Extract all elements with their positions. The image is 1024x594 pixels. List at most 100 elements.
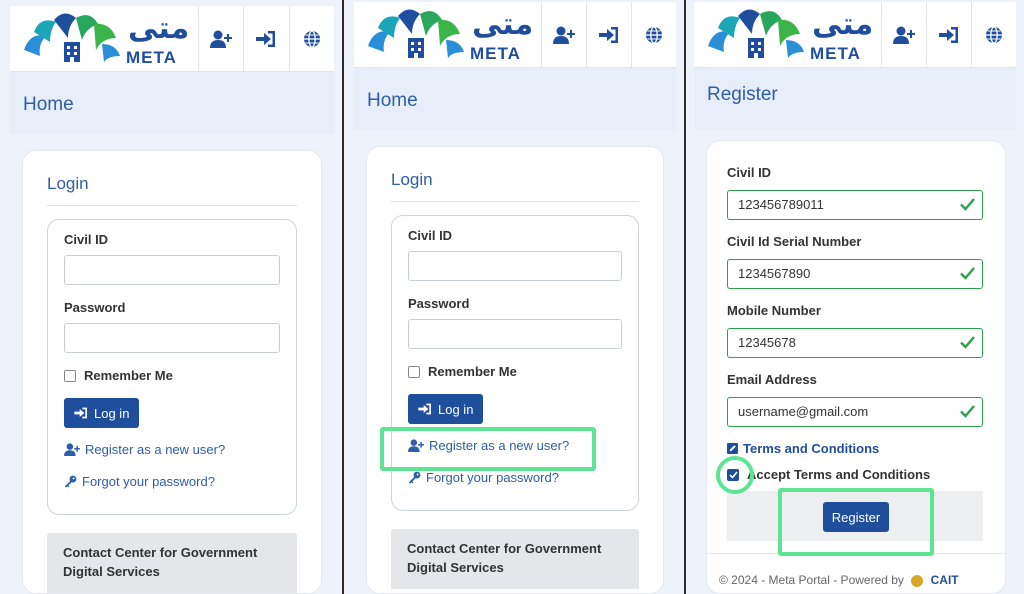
remember-me-label: Remember Me bbox=[84, 368, 173, 383]
contact-title-line2: Digital Services bbox=[407, 560, 504, 575]
add-user-icon bbox=[209, 30, 232, 48]
forgot-password-link[interactable]: Forgot your password? bbox=[408, 470, 559, 485]
edit-icon bbox=[727, 443, 738, 454]
language-button[interactable] bbox=[630, 2, 676, 68]
remember-me-row[interactable]: Remember Me bbox=[64, 368, 173, 383]
footer-text: © 2024 - Meta Portal - Powered by CAIT bbox=[719, 573, 959, 587]
mobile-number-label: Mobile Number bbox=[727, 303, 821, 318]
civil-id-label: Civil ID bbox=[727, 165, 772, 180]
sign-in-button[interactable] bbox=[925, 2, 971, 68]
register-link-label: Register as a new user? bbox=[85, 442, 226, 457]
key-icon bbox=[408, 471, 421, 484]
contact-title-line2: Digital Services bbox=[63, 564, 160, 579]
serial-number-label: Civil Id Serial Number bbox=[727, 234, 862, 249]
remember-me-row[interactable]: Remember Me bbox=[408, 364, 517, 379]
meta-logo[interactable]: متى META bbox=[694, 2, 881, 68]
screen-login-2: متى META Home Login Civil ID Password Re… bbox=[344, 0, 686, 594]
remember-me-checkbox[interactable] bbox=[408, 365, 420, 378]
language-button[interactable] bbox=[970, 2, 1016, 68]
mobile-number-input[interactable]: 12345678 bbox=[727, 328, 983, 358]
register-user-button[interactable] bbox=[197, 6, 243, 72]
civil-id-input[interactable]: 123456789011 bbox=[727, 190, 983, 220]
highlight-register-button bbox=[778, 488, 934, 556]
language-button[interactable] bbox=[288, 6, 334, 72]
globe-icon bbox=[303, 30, 320, 48]
terms-link-label: Terms and Conditions bbox=[743, 441, 880, 456]
forgot-password-label: Forgot your password? bbox=[426, 470, 559, 485]
serial-number-input[interactable]: 1234567890 bbox=[727, 259, 983, 289]
serial-number-value: 1234567890 bbox=[738, 266, 811, 281]
civil-id-value: 123456789011 bbox=[738, 197, 824, 212]
accept-terms-row[interactable]: Accept Terms and Conditions bbox=[727, 467, 930, 482]
highlight-accept-checkbox bbox=[716, 456, 754, 494]
civil-id-input[interactable] bbox=[408, 251, 622, 281]
divider bbox=[391, 201, 639, 202]
sign-in-icon bbox=[74, 407, 87, 419]
forgot-password-link[interactable]: Forgot your password? bbox=[64, 474, 215, 489]
screen-login-1: متى META Home Login Civil ID Password Re… bbox=[0, 0, 344, 594]
logo-arabic-text: متى bbox=[472, 7, 534, 42]
page-title: Home bbox=[23, 94, 74, 115]
meta-logo[interactable]: متى META bbox=[354, 2, 541, 68]
sign-in-icon bbox=[418, 403, 431, 415]
civil-id-input[interactable] bbox=[64, 255, 280, 285]
register-link[interactable]: Register as a new user? bbox=[64, 442, 225, 457]
login-form: Civil ID Password Remember Me Log in Reg… bbox=[47, 219, 297, 515]
page-header: Register bbox=[694, 68, 1016, 130]
civil-id-label: Civil ID bbox=[408, 228, 453, 243]
meta-emblem-icon bbox=[24, 13, 120, 62]
top-bar: متى META bbox=[694, 2, 1016, 68]
civil-id-label: Civil ID bbox=[64, 232, 109, 247]
contact-center-panel: Contact Center for Government Digital Se… bbox=[391, 529, 639, 589]
globe-icon bbox=[645, 26, 662, 44]
sign-in-icon bbox=[598, 27, 618, 43]
add-user-icon bbox=[552, 26, 575, 44]
divider bbox=[47, 205, 297, 206]
login-title: Login bbox=[47, 174, 89, 193]
sign-in-button[interactable] bbox=[243, 6, 288, 72]
meta-emblem-icon bbox=[708, 9, 804, 58]
forgot-password-label: Forgot your password? bbox=[82, 474, 215, 489]
logo-latin-text: META bbox=[810, 44, 861, 63]
password-label: Password bbox=[64, 300, 126, 315]
screen-register: متى META Register Civil ID 123456789011 … bbox=[686, 0, 1024, 594]
check-icon bbox=[960, 405, 975, 418]
logo-latin-text: META bbox=[126, 48, 177, 67]
check-icon bbox=[960, 336, 975, 349]
check-icon bbox=[960, 267, 975, 280]
footer-org: CAIT bbox=[930, 573, 959, 587]
sign-in-icon bbox=[938, 27, 958, 43]
login-button[interactable]: Log in bbox=[64, 398, 140, 428]
login-button-label: Log in bbox=[438, 401, 474, 417]
login-card: Login Civil ID Password Remember Me Log … bbox=[366, 146, 664, 594]
add-user-icon bbox=[892, 26, 915, 44]
sign-in-icon bbox=[256, 31, 276, 47]
logo-latin-text: META bbox=[470, 44, 521, 63]
login-card: Login Civil ID Password Remember Me Log … bbox=[22, 150, 322, 594]
remember-me-checkbox[interactable] bbox=[64, 369, 76, 382]
footer-copyright: © 2024 - Meta Portal - Powered by bbox=[719, 573, 904, 587]
password-input[interactable] bbox=[408, 319, 622, 349]
check-icon bbox=[960, 198, 975, 211]
add-user-icon bbox=[64, 443, 80, 456]
top-bar: متى META bbox=[354, 2, 676, 68]
email-input[interactable]: username@gmail.com bbox=[727, 397, 983, 427]
accept-terms-label: Accept Terms and Conditions bbox=[747, 467, 931, 482]
page-title: Register bbox=[707, 84, 778, 105]
mobile-number-value: 12345678 bbox=[738, 335, 796, 350]
cait-logo-icon bbox=[911, 574, 924, 587]
register-user-button[interactable] bbox=[540, 2, 586, 68]
globe-icon bbox=[985, 26, 1002, 44]
sign-in-button[interactable] bbox=[585, 2, 631, 68]
password-input[interactable] bbox=[64, 323, 280, 353]
meta-logo[interactable]: متى META bbox=[10, 6, 198, 72]
terms-link[interactable]: Terms and Conditions bbox=[727, 441, 879, 456]
top-bar: متى META bbox=[10, 6, 334, 72]
logo-arabic-text: متى bbox=[812, 7, 874, 42]
key-icon bbox=[64, 475, 77, 488]
password-label: Password bbox=[408, 296, 470, 311]
register-user-button[interactable] bbox=[880, 2, 926, 68]
highlight-register-link bbox=[380, 427, 596, 471]
contact-title-line1: Contact Center for Government bbox=[63, 545, 258, 560]
login-button[interactable]: Log in bbox=[408, 394, 484, 424]
